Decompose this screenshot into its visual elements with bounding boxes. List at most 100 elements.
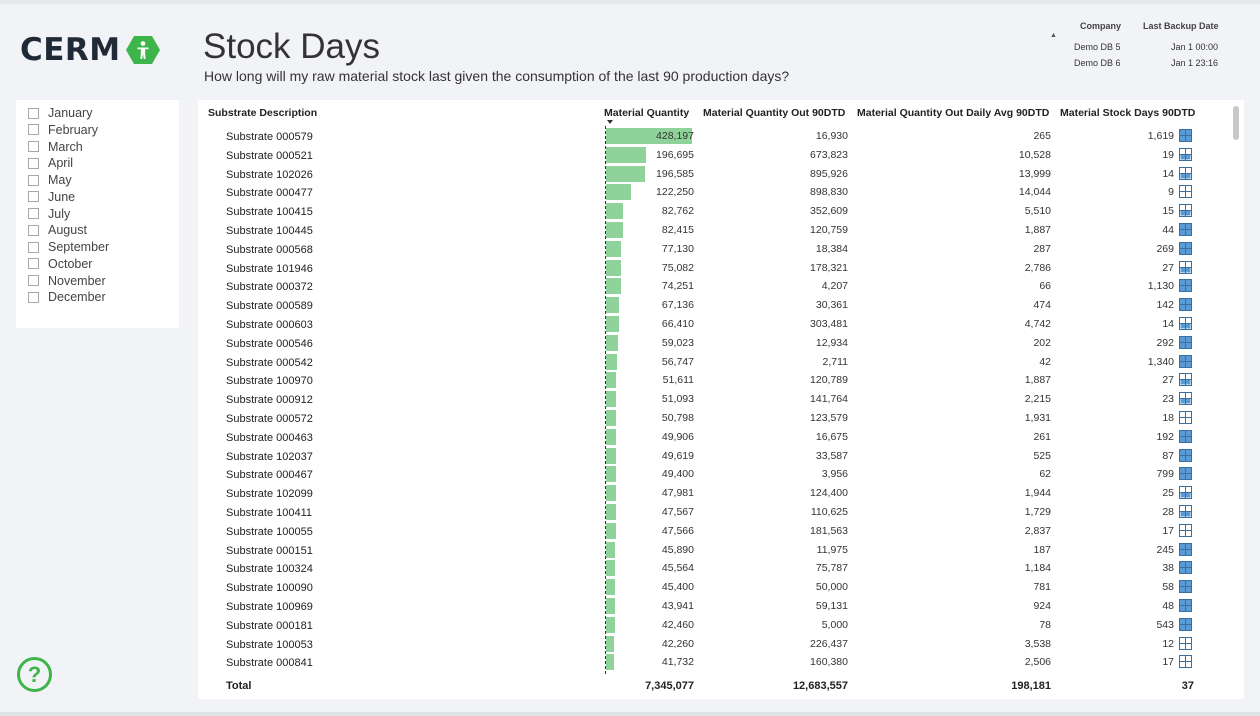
checkbox-icon[interactable]: [28, 208, 39, 219]
material-quantity-out-cell: 16,675: [815, 430, 848, 443]
month-option-january[interactable]: January: [28, 105, 92, 121]
table-row[interactable]: Substrate 000579 428,197 16,930 265 1,619: [198, 128, 1228, 147]
sort-up-icon[interactable]: ▲: [1050, 32, 1057, 39]
table-row[interactable]: Substrate 000841 41,732 160,380 2,506 17: [198, 654, 1228, 673]
grid-status-icon: [1179, 129, 1192, 142]
table-row[interactable]: Substrate 100055 47,566 181,563 2,837 17: [198, 522, 1228, 542]
daily-avg-cell: 1,887: [1024, 224, 1051, 236]
month-label: February: [48, 122, 99, 137]
checkbox-icon[interactable]: [28, 275, 39, 286]
material-quantity-out-avg-header[interactable]: Material Quantity Out Daily Avg 90DTD: [857, 107, 1049, 119]
grid-status-icon: [1179, 429, 1192, 443]
stock-days-cell: 17: [1162, 524, 1174, 537]
checkbox-icon[interactable]: [28, 141, 39, 152]
grid-status-icon: [1179, 580, 1192, 594]
grid-status-icon: [1179, 523, 1192, 537]
table-row[interactable]: Substrate 000912 51,093 141,764 2,215 23: [198, 391, 1228, 410]
month-option-october[interactable]: October: [28, 256, 92, 272]
table-row[interactable]: Substrate 102037 49,619 33,587 525 87: [198, 447, 1228, 467]
checkbox-icon[interactable]: [28, 174, 39, 186]
stock-days-cell: 1,340: [1147, 355, 1174, 368]
table-row[interactable]: Substrate 100411 47,567 110,625 1,729 28: [198, 504, 1228, 523]
table-row[interactable]: Substrate 100324 45,564 75,787 1,184 38: [198, 560, 1228, 579]
daily-avg-cell: 2,506: [1024, 656, 1051, 669]
table-row[interactable]: Substrate 100090 45,400 50,000 781 58: [198, 579, 1228, 598]
month-option-august[interactable]: August: [28, 222, 87, 238]
checkbox-icon[interactable]: [28, 241, 39, 253]
stock-days-cell: 9: [1168, 186, 1174, 199]
checkbox-icon[interactable]: [28, 191, 39, 203]
table-row[interactable]: Substrate 000521 196,695 673,823 10,528 19: [198, 146, 1228, 166]
table-row[interactable]: Substrate 100415 82,762 352,609 5,510 15: [198, 203, 1228, 222]
material-quantity-cell: 41,732: [661, 656, 694, 669]
substrate-description-cell: Substrate 000181: [226, 619, 313, 632]
table-row[interactable]: Substrate 000151 45,890 11,975 187 245: [198, 541, 1228, 561]
table-row[interactable]: Substrate 000467 49,400 3,956 62 799: [198, 466, 1228, 485]
stock-days-cell: 87: [1162, 449, 1174, 462]
table-row[interactable]: Substrate 000572 50,798 123,579 1,931 18: [198, 410, 1228, 429]
material-quantity-header[interactable]: Material Quantity: [604, 107, 689, 119]
table-row[interactable]: Substrate 102099 47,981 124,400 1,944 25: [198, 485, 1228, 504]
table-row[interactable]: Substrate 100053 42,260 226,437 3,538 12: [198, 635, 1228, 655]
table-row[interactable]: Substrate 102026 196,585 895,926 13,999 14: [198, 165, 1228, 185]
month-option-december[interactable]: December: [28, 289, 106, 305]
material-quantity-out-header[interactable]: Material Quantity Out 90DTD: [703, 107, 845, 119]
checkbox-icon[interactable]: [28, 224, 39, 236]
material-quantity-cell: 428,197: [656, 130, 694, 142]
substrate-description-cell: Substrate 000589: [226, 300, 313, 313]
table-row[interactable]: Substrate 000589 67,136 30,361 474 142: [198, 297, 1228, 316]
month-option-september[interactable]: September: [28, 239, 109, 255]
substrate-description-cell: Substrate 100415: [226, 206, 313, 219]
month-option-november[interactable]: November: [28, 273, 106, 289]
material-quantity-out-cell: 123,579: [810, 412, 848, 424]
backup-date-column-header[interactable]: Last Backup Date: [1143, 21, 1219, 31]
daily-avg-cell: 14,044: [1018, 186, 1051, 199]
daily-avg-cell: 62: [1039, 468, 1051, 481]
table-row[interactable]: Substrate 000463 49,906 16,675 261 192: [198, 428, 1228, 448]
sort-desc-icon[interactable]: [607, 120, 613, 124]
substrate-description-cell: Substrate 000542: [226, 356, 313, 369]
material-quantity-out-cell: 59,131: [815, 600, 848, 612]
company-column-header[interactable]: Company: [1080, 21, 1121, 31]
grid-status-icon: [1179, 617, 1192, 631]
month-option-february[interactable]: February: [28, 122, 98, 138]
checkbox-icon[interactable]: [28, 157, 39, 169]
checkbox-icon[interactable]: [28, 258, 39, 270]
material-quantity-out-cell: 226,437: [810, 637, 848, 650]
grid-status-icon: [1179, 317, 1192, 330]
month-option-march[interactable]: March: [28, 139, 83, 155]
month-label: September: [48, 240, 110, 254]
table-scrollbar[interactable]: [1233, 106, 1239, 140]
checkbox-icon[interactable]: [28, 124, 39, 136]
table-row[interactable]: Substrate 100445 82,415 120,759 1,887 44: [198, 222, 1228, 241]
grid-status-icon: [1179, 241, 1192, 255]
table-row[interactable]: Substrate 000477 122,250 898,830 14,044 9: [198, 184, 1228, 203]
month-option-june[interactable]: June: [28, 189, 75, 205]
table-row[interactable]: Substrate 000181 42,460 5,000 78 543: [198, 616, 1228, 636]
stock-days-cell: 245: [1156, 543, 1174, 556]
month-option-may[interactable]: May: [28, 172, 72, 188]
table-row[interactable]: Substrate 100970 51,611 120,789 1,887 27: [198, 372, 1228, 391]
table-row[interactable]: Substrate 000546 59,023 12,934 202 292: [198, 334, 1228, 354]
table-row[interactable]: Substrate 000568 77,130 18,384 287 269: [198, 240, 1228, 260]
table-row[interactable]: Substrate 000603 66,410 303,481 4,742 14: [198, 316, 1228, 335]
daily-avg-cell: 265: [1033, 130, 1051, 142]
table-row[interactable]: Substrate 101946 75,082 178,321 2,786 27: [198, 259, 1228, 279]
checkbox-icon[interactable]: [28, 107, 39, 119]
table-row[interactable]: Substrate 000372 74,251 4,207 66 1,130: [198, 278, 1228, 297]
bottom-border: [0, 712, 1260, 716]
stock-days-cell: 14: [1162, 167, 1174, 180]
table-row[interactable]: Substrate 000542 56,747 2,711 42 1,340: [198, 353, 1228, 373]
checkbox-icon[interactable]: [28, 291, 39, 303]
logo-text: CERM: [20, 32, 121, 68]
month-option-april[interactable]: April: [28, 155, 73, 171]
month-option-july[interactable]: July: [28, 206, 70, 222]
substrate-description-header[interactable]: Substrate Description: [208, 107, 317, 119]
daily-avg-cell: 66: [1039, 280, 1051, 293]
help-button[interactable]: ?: [17, 657, 52, 692]
material-quantity-cell: 196,695: [656, 148, 694, 161]
daily-avg-cell: 924: [1033, 600, 1051, 612]
table-row[interactable]: Substrate 100969 43,941 59,131 924 48: [198, 598, 1228, 617]
stock-days-cell: 27: [1162, 374, 1174, 387]
material-stock-days-header[interactable]: Material Stock Days 90DTD: [1060, 107, 1195, 119]
